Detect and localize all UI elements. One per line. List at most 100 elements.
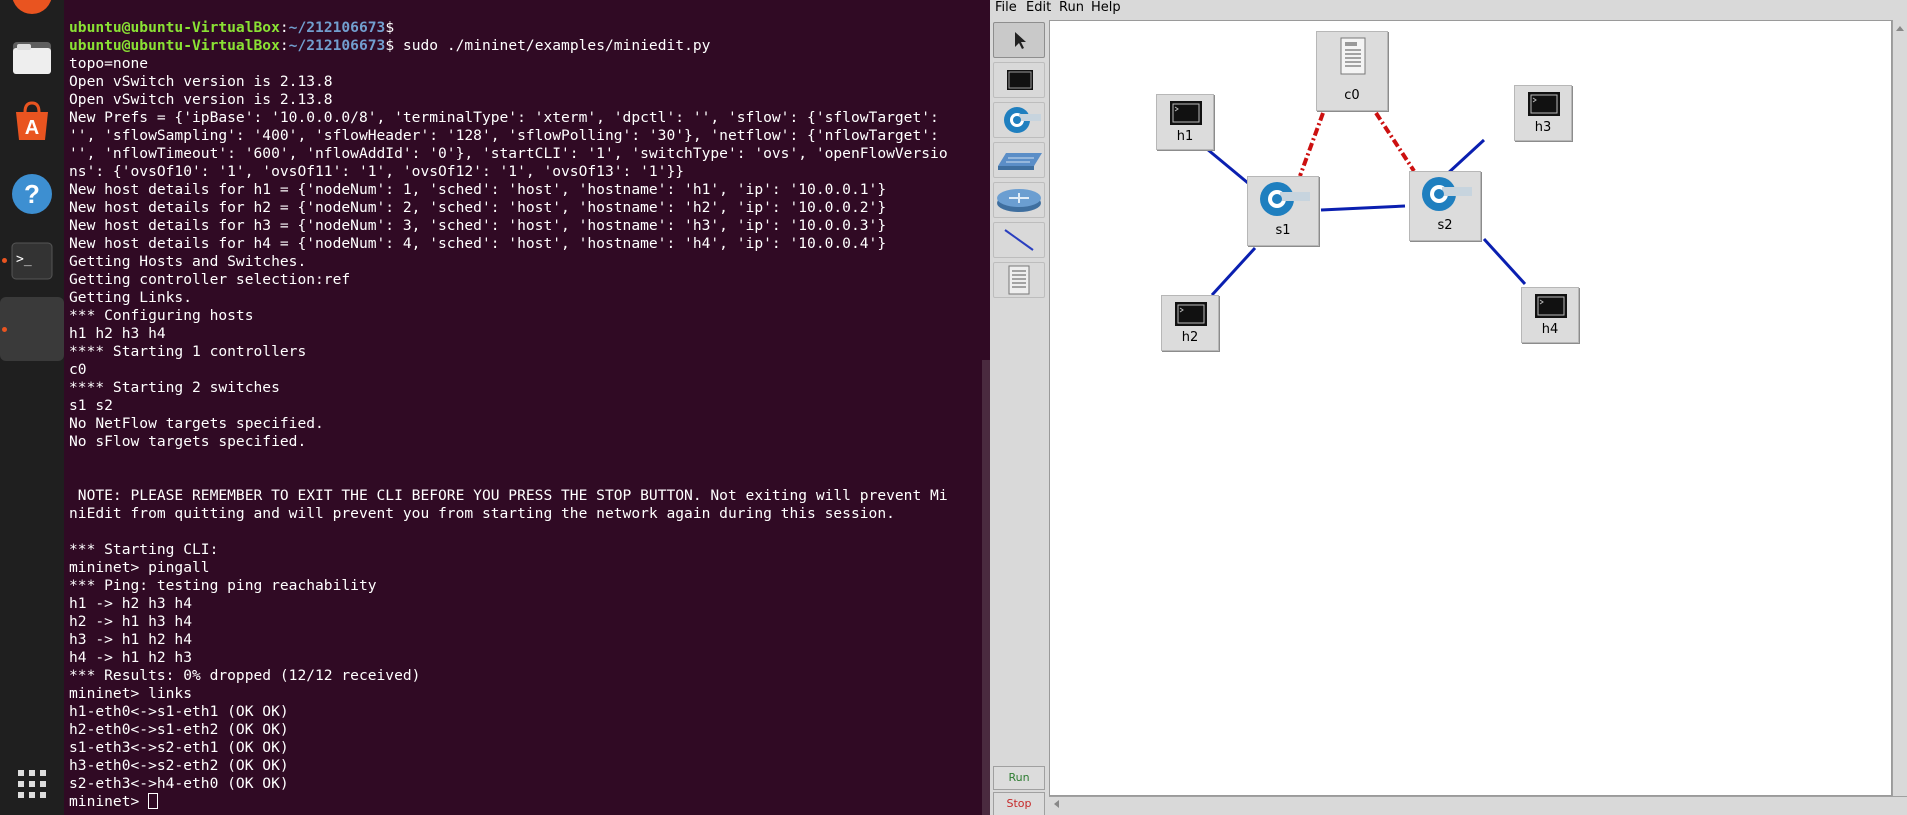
host-node-h4[interactable]: h4 xyxy=(1521,287,1579,343)
controller-node-c0[interactable]: c0 xyxy=(1316,31,1388,111)
link-h2-s1[interactable] xyxy=(1210,246,1257,297)
terminal-line: *** Results: 0% dropped (12/12 received) xyxy=(69,667,421,684)
terminal-line: *** Configuring hosts xyxy=(69,307,254,324)
terminal-line: New host details for h4 = {'nodeNum': 4,… xyxy=(69,235,887,252)
terminal-line: New Prefs = {'ipBase': '10.0.0.0/8', 'te… xyxy=(69,109,939,126)
svg-text:A: A xyxy=(25,117,39,139)
ubuntu-dock: A ? >_ xyxy=(0,0,64,815)
pointer-icon xyxy=(1015,32,1026,49)
controller-tool[interactable] xyxy=(993,262,1045,298)
terminal-line: mininet> pingall xyxy=(69,559,210,576)
link-s2-h3[interactable] xyxy=(1444,138,1486,177)
prompt-user: ubuntu@ubuntu-VirtualBox xyxy=(69,37,280,54)
controller-link-c0-s2[interactable] xyxy=(1374,111,1416,173)
app-store-icon[interactable]: A xyxy=(8,98,56,146)
terminal-line: Getting Links. xyxy=(69,289,193,306)
scroll-up-arrow-icon[interactable] xyxy=(1893,21,1907,35)
menu-run[interactable]: Run xyxy=(1059,0,1084,15)
svg-text:>_: >_ xyxy=(16,252,32,267)
router-icon xyxy=(997,189,1041,212)
legacy-switch-icon xyxy=(998,153,1042,170)
link-s1-s2[interactable] xyxy=(1320,204,1406,212)
terminal-line: h1-eth0<->s1-eth1 (OK OK) xyxy=(69,703,289,720)
terminal-running-indicator xyxy=(2,258,7,263)
netlink-tool[interactable] xyxy=(993,222,1045,258)
terminal-line: Open vSwitch version is 2.13.8 xyxy=(69,73,333,90)
terminal-line: '', 'nflowTimeout': '600', 'nflowAddId':… xyxy=(69,145,948,162)
text-cursor xyxy=(148,793,159,809)
terminal-line: *** Starting CLI: xyxy=(69,541,219,558)
dock-app-partial-icon[interactable] xyxy=(8,0,56,18)
terminal-line: **** Starting 1 controllers xyxy=(69,343,307,360)
terminal-line: No sFlow targets specified. xyxy=(69,433,307,450)
terminal-line: h1 -> h2 h3 h4 xyxy=(69,595,193,612)
prompt-user: ubuntu@ubuntu-VirtualBox xyxy=(69,19,280,36)
terminal-line: h3 -> h1 h2 h4 xyxy=(69,631,193,648)
files-icon[interactable] xyxy=(8,34,56,82)
switch-icon xyxy=(1260,182,1310,216)
terminal-line: No NetFlow targets specified. xyxy=(69,415,324,432)
host-terminal-icon xyxy=(1175,302,1207,326)
svg-text:?: ? xyxy=(24,179,40,209)
switch-node-s1[interactable]: s1 xyxy=(1247,176,1319,246)
terminal-line: Getting controller selection:ref xyxy=(69,271,351,288)
legacy-router-tool[interactable] xyxy=(993,182,1045,218)
link-s2-h4[interactable] xyxy=(1482,237,1527,286)
tool-palette: Run Stop xyxy=(990,20,1048,815)
show-applications-icon[interactable] xyxy=(8,760,56,808)
host-node-h2[interactable]: h2 xyxy=(1161,295,1219,351)
miniedit-running-indicator xyxy=(2,327,7,332)
prompt-line: ubuntu@ubuntu-VirtualBox:~/212106673$ su… xyxy=(69,37,711,54)
menu-help[interactable]: Help xyxy=(1091,0,1121,15)
menu-file[interactable]: File xyxy=(995,0,1017,15)
menu-edit[interactable]: Edit xyxy=(1026,0,1051,15)
canvas-horizontal-scrollbar[interactable] xyxy=(1049,796,1907,812)
prompt-line: ubuntu@ubuntu-VirtualBox:~/212106673$ xyxy=(69,19,403,36)
terminal-window[interactable]: ubuntu@ubuntu-VirtualBox:~/212106673$ ub… xyxy=(64,0,990,815)
legacy-switch-tool[interactable] xyxy=(993,142,1045,178)
prompt-path: ~/212106673 xyxy=(288,19,386,36)
switch-tool[interactable] xyxy=(993,102,1045,138)
terminal-line: s1-eth3<->s2-eth1 (OK OK) xyxy=(69,739,289,756)
node-label: h3 xyxy=(1534,120,1552,135)
host-node-h1[interactable]: h1 xyxy=(1156,94,1214,150)
terminal-line: **** Starting 2 switches xyxy=(69,379,280,396)
prompt-path: ~/212106673 xyxy=(288,37,386,54)
scroll-left-arrow-icon[interactable] xyxy=(1049,797,1063,812)
terminal-line: New host details for h3 = {'nodeNum': 3,… xyxy=(69,217,887,234)
cli-prompt: mininet> xyxy=(69,793,149,810)
help-icon[interactable]: ? xyxy=(8,170,56,218)
dock-active-highlight xyxy=(0,297,64,361)
canvas-vertical-scrollbar[interactable] xyxy=(1892,20,1907,796)
cli-prompt-line[interactable]: mininet> xyxy=(69,793,984,811)
run-button[interactable]: Run xyxy=(993,766,1045,790)
node-label: h4 xyxy=(1541,322,1559,337)
controller-link-c0-s1[interactable] xyxy=(1298,112,1325,177)
controller-icon xyxy=(1008,265,1030,295)
controller-server-icon xyxy=(1340,37,1366,75)
host-node-h3[interactable]: h3 xyxy=(1514,85,1572,141)
switch-icon xyxy=(1004,107,1041,133)
select-tool[interactable] xyxy=(993,22,1045,58)
terminal-app-icon[interactable]: >_ xyxy=(8,237,56,285)
switch-icon xyxy=(1422,177,1472,211)
node-label: h1 xyxy=(1176,129,1194,144)
terminal-line: NOTE: PLEASE REMEMBER TO EXIT THE CLI BE… xyxy=(69,487,948,504)
terminal-line: h4 -> h1 h2 h3 xyxy=(69,649,193,666)
topology-canvas[interactable]: h1 h2 h3 h4 s1 s2 c0 xyxy=(1049,20,1892,796)
link-h1-s1[interactable] xyxy=(1206,147,1249,185)
host-tool[interactable] xyxy=(993,62,1045,98)
node-label: s2 xyxy=(1437,218,1453,233)
terminal-line: Open vSwitch version is 2.13.8 xyxy=(69,91,333,108)
stop-button[interactable]: Stop xyxy=(993,792,1045,815)
terminal-scrollbar[interactable] xyxy=(982,360,990,815)
host-terminal-icon xyxy=(1535,294,1567,318)
terminal-line: h2 -> h1 h3 h4 xyxy=(69,613,193,630)
terminal-line: h1 h2 h3 h4 xyxy=(69,325,166,342)
miniedit-window: File Edit Run Help Run Stop h1 h2 h3 h4 … xyxy=(990,0,1907,815)
switch-node-s2[interactable]: s2 xyxy=(1409,171,1481,241)
terminal-line: New host details for h1 = {'nodeNum': 1,… xyxy=(69,181,887,198)
